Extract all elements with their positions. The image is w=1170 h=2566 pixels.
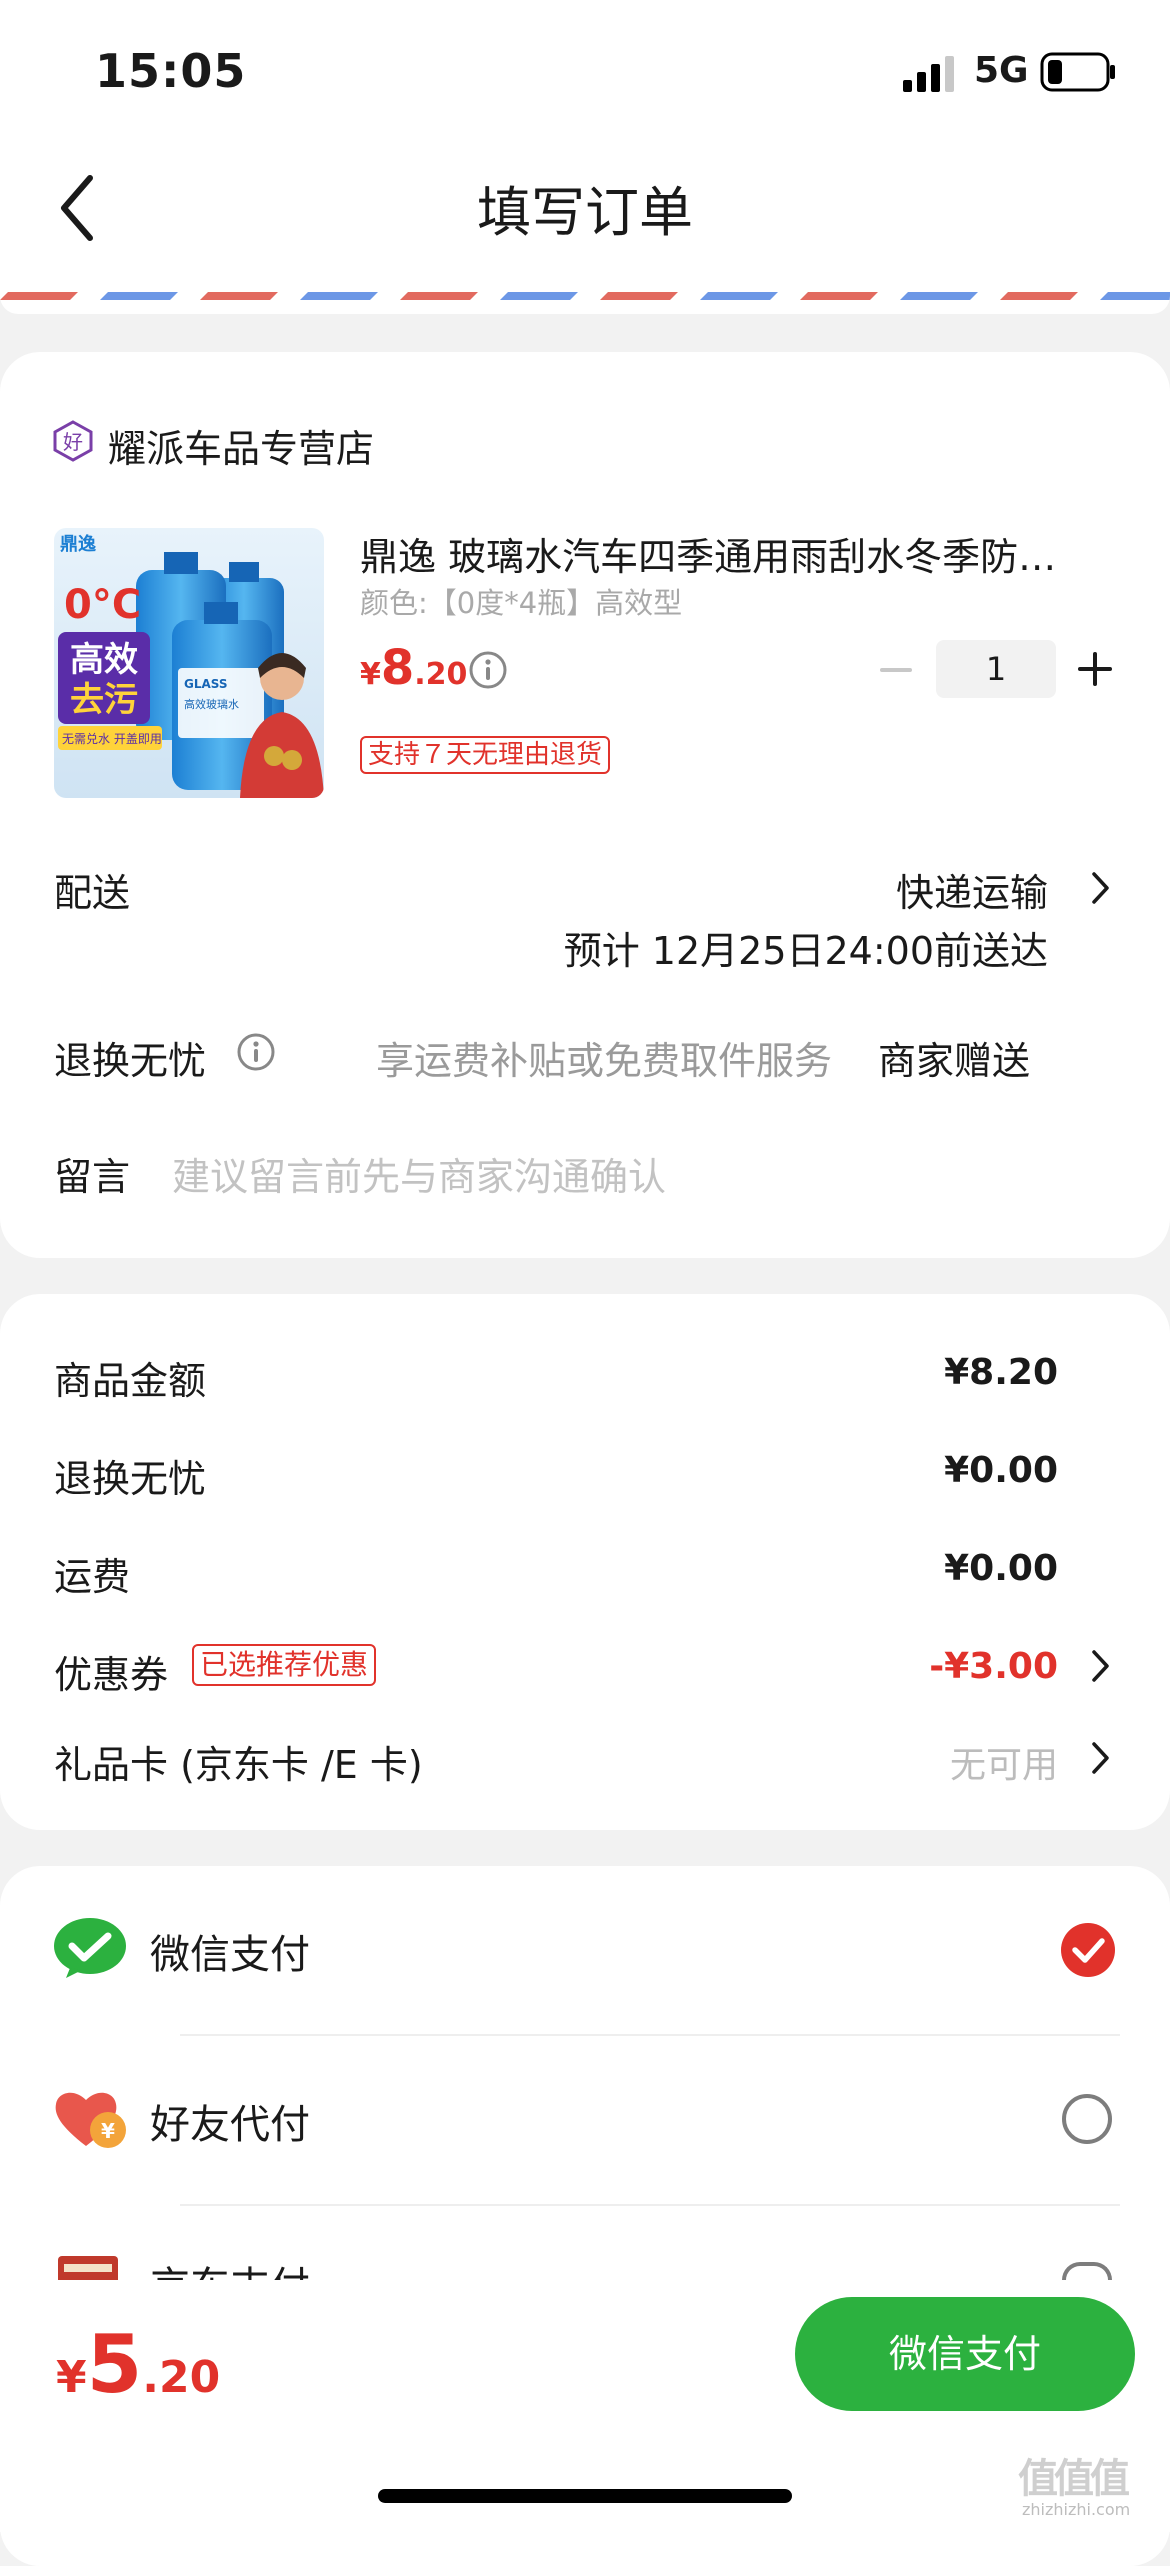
unselected-radio-icon[interactable]: [1062, 2262, 1112, 2280]
store-good-icon: 好: [53, 420, 93, 462]
order-card: [0, 352, 1170, 1258]
product-image[interactable]: GLASS 高效玻璃水 鼎逸 0°C 高效 去污 无需兑水 开盖即用: [54, 528, 324, 798]
slogan-line2: 去污: [70, 680, 138, 720]
payment-option-label[interactable]: 京东支付: [150, 2254, 310, 2280]
address-envelope-stripe: [0, 290, 1170, 314]
goods-amount-value: ¥8.20: [944, 1352, 1058, 1393]
watermark-logo: 值值值: [1018, 2456, 1130, 2502]
battery-icon: [1040, 52, 1115, 92]
signal-icon: [903, 56, 954, 92]
gift-card-value[interactable]: 无可用: [800, 1736, 1058, 1788]
product-variant[interactable]: 颜色:【0度*4瓶】高效型: [360, 580, 682, 622]
chevron-right-icon[interactable]: [1090, 1740, 1112, 1776]
coupon-value[interactable]: -¥3.00: [800, 1646, 1058, 1687]
unselected-radio-icon[interactable]: [1062, 2094, 1112, 2144]
delivery-label: 配送: [54, 871, 131, 915]
worry-free-info-icon[interactable]: [236, 1032, 276, 1072]
network-type: 5G: [974, 50, 1029, 91]
payment-option-label[interactable]: 好友代付: [150, 2092, 310, 2150]
bottle-label-cn: 高效玻璃水: [184, 697, 239, 711]
worry-free-desc: 享运费补贴或免费取件服务: [376, 1039, 833, 1083]
delivery-eta: 预计 12月25日24:00前送达: [563, 929, 1048, 973]
home-indicator: [378, 2489, 792, 2503]
delivery-method[interactable]: 快递运输: [760, 862, 1048, 917]
coupon-tag: 已选推荐优惠: [192, 1644, 377, 1686]
product-title[interactable]: 鼎逸 玻璃水汽车四季通用雨刮水冬季防…: [360, 526, 1120, 581]
worry-free-cost-value: ¥0.00: [944, 1450, 1058, 1491]
slogan-line1: 高效: [70, 640, 138, 680]
goods-amount-label: 商品金额: [54, 1359, 207, 1403]
bottle-label: GLASS: [184, 677, 228, 691]
coupon-label[interactable]: 优惠券: [54, 1644, 168, 1699]
quantity-minus-button[interactable]: [878, 652, 914, 688]
brand-logo-text: 鼎逸: [60, 533, 96, 555]
svg-text:好: 好: [63, 430, 83, 454]
status-time: 15:05: [95, 44, 247, 98]
worry-free-cost-label: 退换无忧: [54, 1457, 207, 1501]
quantity-input[interactable]: 1: [936, 640, 1056, 698]
worry-free-value: 商家赠送: [878, 1039, 1031, 1083]
divider: [180, 2204, 1120, 2206]
selected-check-icon[interactable]: [1060, 1922, 1116, 1978]
quantity-plus-button[interactable]: [1076, 650, 1114, 688]
price-info-icon[interactable]: [468, 650, 508, 690]
message-label: 留言: [54, 1155, 131, 1199]
worry-free-label: 退换无忧: [54, 1039, 207, 1083]
temp-text: 0°C: [64, 582, 141, 628]
chevron-right-icon[interactable]: [1090, 870, 1112, 906]
wechat-pay-icon: [54, 1918, 126, 1978]
chevron-right-icon[interactable]: [1090, 1648, 1112, 1684]
total-price: ¥5.20: [56, 2318, 221, 2411]
message-input[interactable]: 建议留言前先与商家沟通确认: [172, 1146, 666, 1201]
shipping-value: ¥0.00: [944, 1548, 1058, 1589]
return-policy-tag: 支持７天无理由退货: [360, 736, 611, 774]
page-title: 填写订单: [477, 181, 693, 244]
store-name[interactable]: 耀派车品专营店: [108, 418, 374, 473]
gift-card-label[interactable]: 礼品卡 (京东卡 /E 卡): [54, 1734, 423, 1789]
image-subtext: 无需兑水 开盖即用: [62, 732, 162, 746]
payment-option-label[interactable]: 微信支付: [150, 1922, 310, 1980]
watermark-url: zhizhizhi.com: [1022, 2500, 1131, 2519]
friend-pay-icon: ¥: [55, 2092, 126, 2148]
wechat-pay-button[interactable]: 微信支付: [795, 2297, 1135, 2411]
svg-text:¥: ¥: [101, 2119, 115, 2143]
product-price: ¥8.20: [360, 640, 468, 696]
shipping-label: 运费: [54, 1555, 131, 1599]
divider: [180, 2034, 1120, 2036]
